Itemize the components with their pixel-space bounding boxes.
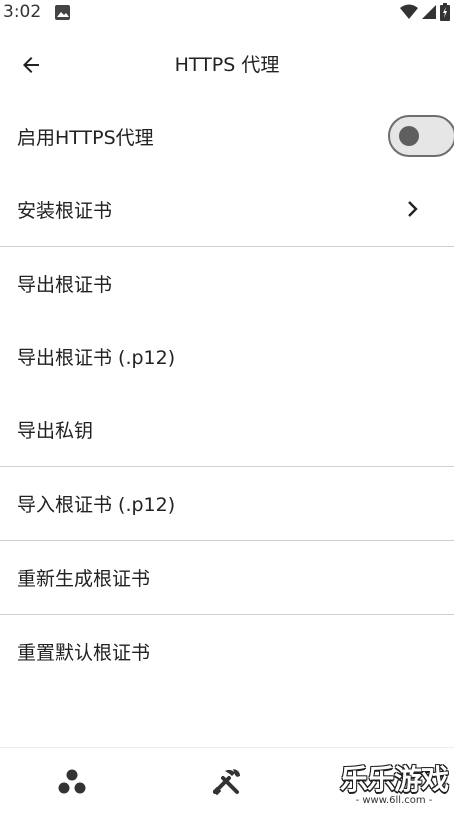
import-root-cert-p12-row[interactable]: 导入根证书 (.p12)	[0, 467, 454, 540]
export-root-cert-p12-row[interactable]: 导出根证书 (.p12)	[0, 320, 454, 393]
regenerate-root-cert-label: 重新生成根证书	[17, 568, 151, 590]
app-bar: HTTPS 代理	[0, 26, 454, 100]
export-private-key-row[interactable]: 导出私钥	[0, 393, 454, 466]
regenerate-root-cert-row[interactable]: 重新生成根证书	[0, 541, 454, 614]
watermark-logo-text: 乐乐游戏	[339, 763, 449, 796]
enable-https-proxy-toggle[interactable]	[388, 115, 454, 157]
tools-icon	[212, 769, 240, 796]
export-root-cert-label: 导出根证书	[17, 274, 113, 296]
watermark-url: - www.6ll.com -	[355, 795, 433, 806]
export-private-key-label: 导出私钥	[17, 420, 94, 442]
nav-item-tools[interactable]	[197, 748, 257, 815]
enable-https-proxy-label: 启用HTTPS代理	[17, 127, 154, 149]
reset-default-root-cert-row[interactable]: 重置默认根证书	[0, 615, 454, 688]
import-root-cert-p12-label: 导入根证书 (.p12)	[17, 494, 176, 516]
chevron-right-icon	[408, 201, 418, 217]
enable-https-proxy-row[interactable]: 启用HTTPS代理	[0, 100, 454, 173]
status-time: 3:02	[3, 2, 42, 22]
page-title: HTTPS 代理	[174, 54, 280, 76]
install-root-cert-label: 安装根证书	[17, 200, 113, 222]
nav-item-home[interactable]	[42, 748, 102, 815]
export-root-cert-p12-label: 导出根证书 (.p12)	[17, 347, 176, 369]
signal-icon	[422, 5, 436, 19]
status-icons	[400, 3, 450, 21]
three-dots-icon	[58, 769, 86, 794]
wifi-icon	[400, 4, 418, 19]
watermark-logo: 乐乐游戏 - www.6ll.com -	[334, 765, 454, 815]
toggle-knob	[399, 126, 419, 146]
install-root-cert-row[interactable]: 安装根证书	[0, 173, 454, 246]
settings-list: 启用HTTPS代理 安装根证书 导出根证书 导出根证书 (.p12) 导出私钥 …	[0, 100, 454, 688]
reset-default-root-cert-label: 重置默认根证书	[17, 642, 151, 664]
battery-icon	[440, 3, 450, 21]
export-root-cert-row[interactable]: 导出根证书	[0, 247, 454, 320]
status-bar: 3:02	[0, 0, 454, 26]
image-notification-icon	[55, 5, 70, 20]
